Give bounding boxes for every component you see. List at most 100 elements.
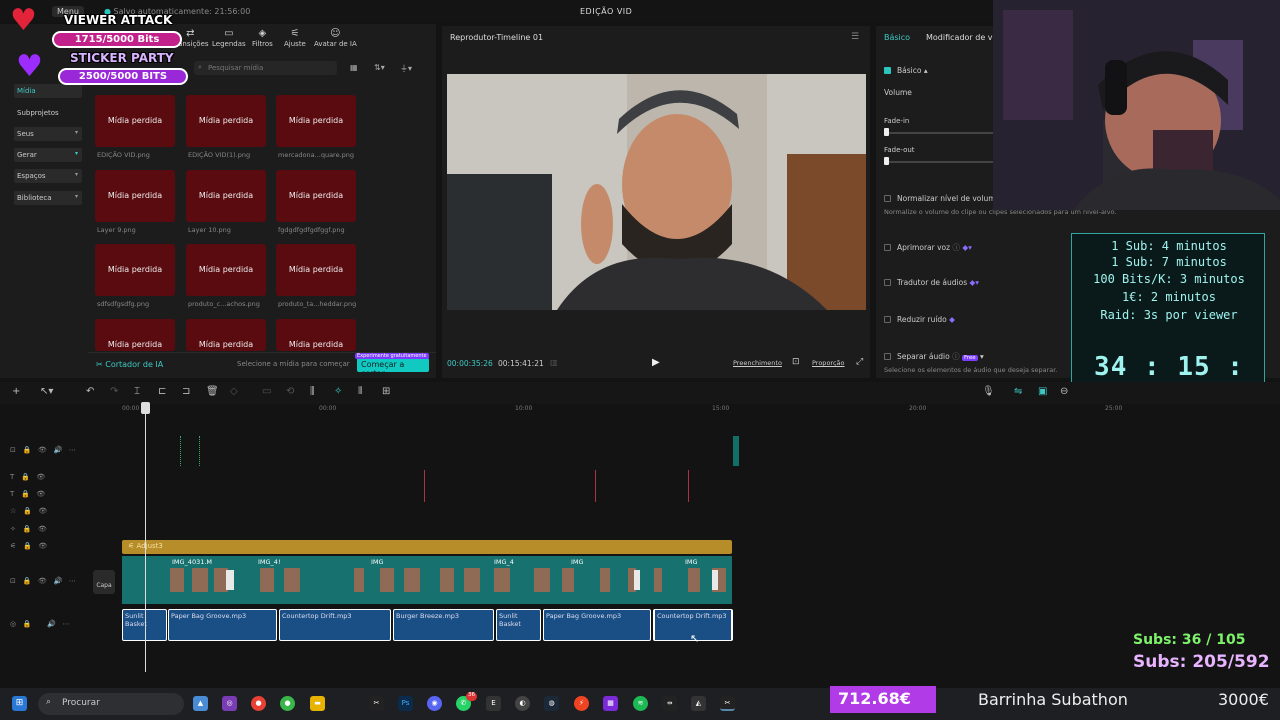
text-marker[interactable] <box>424 470 425 502</box>
tool-ai-avatar[interactable]: ☺ Avatar de IA <box>314 28 357 48</box>
chrome-icon[interactable]: ● <box>251 696 266 711</box>
sidebar-item-library[interactable]: Biblioteca ▾ <box>14 191 82 205</box>
track-header[interactable]: ⊡ 🔒 👁 🔊 ⋯ <box>10 577 76 585</box>
trim-right-icon[interactable]: ⊐ <box>182 386 190 397</box>
checkbox-translator[interactable] <box>884 279 891 286</box>
sidebar-item-subprojects[interactable]: Subprojetos <box>14 106 82 120</box>
media-tile[interactable]: Mídia perdida <box>276 170 356 222</box>
media-tile[interactable]: Mídia perdida <box>186 170 266 222</box>
mirror-icon[interactable]: ⫼ <box>310 386 315 397</box>
media-tile[interactable]: Mídia perdida <box>186 319 266 351</box>
track-header[interactable]: T 🔒 👁 <box>10 490 45 498</box>
taskbar-search[interactable]: ⌕ Procurar <box>38 693 184 715</box>
effect-marker[interactable] <box>180 436 200 466</box>
waveform-icon[interactable]: ▥ <box>550 358 558 367</box>
playhead[interactable] <box>145 404 146 672</box>
audio-clip[interactable]: Sunlit Basket <box>496 609 541 641</box>
discord-icon[interactable]: ◉ <box>427 696 442 711</box>
capcut-active-icon[interactable]: ✂ <box>720 696 735 711</box>
enhance-voice-option[interactable]: Aprimorar voz ⓘ ◆▾ <box>884 242 972 253</box>
undo-icon[interactable]: ↶ <box>86 386 94 397</box>
tool-adjust[interactable]: ⚟ Ajuste <box>284 28 306 48</box>
fade-in-slider[interactable] <box>884 128 889 136</box>
app-icon[interactable]: ◐ <box>515 696 530 711</box>
reduce-noise-option[interactable]: Reduzir ruído ◆ <box>884 315 955 324</box>
video-track[interactable] <box>122 556 732 604</box>
playhead-handle[interactable] <box>141 402 150 414</box>
media-tile[interactable]: Mídia perdida <box>95 95 175 147</box>
checkbox-enhance[interactable] <box>884 244 891 251</box>
media-tile[interactable]: Mídia perdida <box>276 319 356 351</box>
track-header[interactable]: ☆ 🔒 👁 <box>10 507 47 515</box>
fade-out-slider[interactable] <box>884 157 889 165</box>
capcut-icon[interactable]: ✂ <box>369 696 384 711</box>
fullscreen-icon[interactable]: ⤢ <box>856 357 863 367</box>
media-search-input[interactable]: ⌕ Pesquisar mídia <box>194 61 337 75</box>
translator-option[interactable]: Tradutor de áudios ◆▾ <box>884 278 979 287</box>
effect-marker[interactable] <box>733 436 739 466</box>
app-icon[interactable]: ◭ <box>691 696 706 711</box>
checkbox-separate[interactable] <box>884 353 891 360</box>
link-icon[interactable]: ⇋ <box>1014 386 1022 397</box>
crop-icon[interactable]: ⊞ <box>382 386 390 397</box>
shield-icon[interactable]: ◇ <box>230 386 238 397</box>
app-icon[interactable]: ⚡ <box>574 696 589 711</box>
track-header[interactable]: T 🔒 👁 <box>10 473 45 481</box>
cover-button[interactable]: Capa <box>93 570 115 594</box>
audio-icon[interactable]: ⦀ <box>358 386 362 397</box>
sidebar-item-yours[interactable]: Seus ▾ <box>14 127 82 141</box>
audio-clip[interactable]: Paper Bag Groove.mp3 <box>543 609 651 641</box>
start-cutting-button[interactable]: Começar a cortar <box>357 358 429 378</box>
media-tile[interactable]: Mídia perdida <box>95 319 175 351</box>
ai-cutter-label[interactable]: ✂ Cortador de IA <box>96 360 163 369</box>
media-tile[interactable]: Mídia perdida <box>276 244 356 296</box>
spotify-icon[interactable]: ≋ <box>633 696 648 711</box>
reverse-icon[interactable]: ⟲ <box>286 386 294 397</box>
widgets-icon[interactable]: ▲ <box>193 696 208 711</box>
text-marker[interactable] <box>688 470 689 502</box>
separate-audio-option[interactable]: Separar áudio ⓘ Free ▾ <box>884 351 984 362</box>
checkbox-basic[interactable] <box>884 67 891 74</box>
delete-icon[interactable]: 🗑 <box>206 386 219 397</box>
file-explorer-icon[interactable]: ▬ <box>310 696 325 711</box>
fade-out-track[interactable] <box>884 161 994 163</box>
add-track-icon[interactable]: + <box>12 386 20 397</box>
track-header[interactable]: ⊡ 🔒 👁 🔊 ⋯ <box>10 446 76 454</box>
media-tile[interactable]: Mídia perdida <box>186 244 266 296</box>
steam-icon[interactable]: ◍ <box>544 696 559 711</box>
play-button[interactable]: ▶ <box>652 357 660 368</box>
media-tile[interactable]: Mídia perdida <box>95 244 175 296</box>
windows-start-icon[interactable]: ⊞ <box>12 696 27 711</box>
tool-captions[interactable]: ▭ Legendas <box>212 28 246 48</box>
app-icon[interactable]: ▦ <box>603 696 618 711</box>
zoom-icon[interactable]: ⊖ <box>1060 386 1068 397</box>
sidebar-item-generate[interactable]: Gerar ▾ <box>14 148 82 162</box>
section-basic[interactable]: Básico ▴ <box>884 66 928 75</box>
media-tile[interactable]: Mídia perdida <box>186 95 266 147</box>
tab-voice-modifier[interactable]: Modificador de vo <box>926 33 997 42</box>
audio-clip[interactable]: Paper Bag Groove.mp3 <box>168 609 277 641</box>
fill-toggle[interactable]: Preenchimento <box>733 359 782 367</box>
photoshop-icon[interactable]: Ps <box>398 696 413 711</box>
sort-icon[interactable]: ⇅▾ <box>374 63 385 72</box>
audio-clip[interactable]: Countertop Drift.mp3 <box>279 609 391 641</box>
app-icon[interactable]: ⇸ <box>662 696 677 711</box>
text-marker[interactable] <box>595 470 596 502</box>
sidebar-item-media[interactable]: Mídia <box>14 84 82 98</box>
select-tool-icon[interactable]: ↖▾ <box>40 386 53 397</box>
fade-in-track[interactable] <box>884 132 994 134</box>
browser-icon[interactable]: ● <box>280 696 295 711</box>
split-icon[interactable]: ⌶ <box>134 386 140 397</box>
track-header[interactable]: ✧ 🔒 👁 <box>10 525 47 533</box>
redo-icon[interactable]: ↷ <box>110 386 118 397</box>
audio-clip[interactable]: Burger Breeze.mp3 <box>393 609 494 641</box>
app-icon[interactable]: ◎ <box>222 696 237 711</box>
freeze-icon[interactable]: ▭ <box>262 386 271 397</box>
epic-games-icon[interactable]: E <box>486 696 501 711</box>
sidebar-item-spaces[interactable]: Espaços ▾ <box>14 169 82 183</box>
ratio-button[interactable]: Proporção <box>812 359 844 367</box>
tab-basic[interactable]: Básico <box>884 33 910 42</box>
microphone-icon[interactable]: 🎙 <box>982 386 995 397</box>
normalize-option[interactable]: Normalizar nível de volume <box>884 194 1000 203</box>
media-tile[interactable]: Mídia perdida <box>95 170 175 222</box>
